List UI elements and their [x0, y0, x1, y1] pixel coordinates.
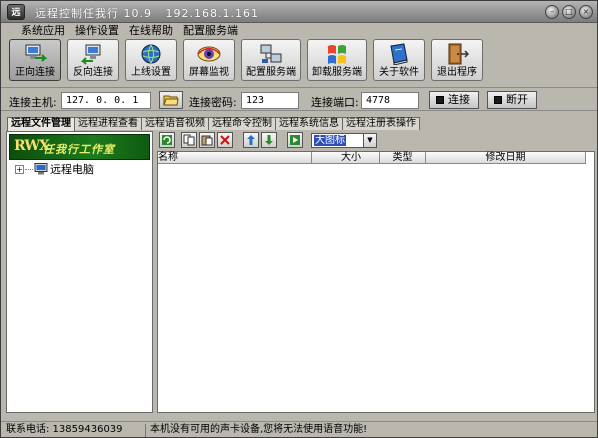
refresh-button[interactable]	[159, 132, 175, 148]
tree-expander[interactable]: +	[15, 164, 24, 174]
port-input[interactable]	[361, 92, 419, 109]
menu-settings[interactable]: 操作设置	[75, 23, 119, 39]
paste-icon	[201, 135, 213, 146]
view-mode-value: 大图标	[314, 135, 346, 146]
forward-connect-icon	[25, 44, 47, 62]
column-size[interactable]: 大小	[312, 152, 380, 164]
copy-icon	[183, 134, 195, 146]
banner-text: 任我行工作室	[43, 143, 115, 156]
status-bar: 联系电话: 13859436039 本机没有可用的声卡设备,您将无法使用语音功能…	[1, 421, 597, 437]
password-label: 连接密码:	[189, 96, 237, 109]
tree-node-remote-computer[interactable]: + 远程电脑	[15, 162, 94, 176]
refresh-icon	[162, 135, 172, 145]
close-button[interactable]: ×	[579, 5, 593, 19]
tree-node-label: 远程电脑	[50, 163, 94, 176]
uninstall-server-label: 卸载服务端	[312, 67, 362, 78]
screen-monitor-button[interactable]: 屏幕监视	[183, 39, 235, 81]
uninstall-server-button[interactable]: 卸载服务端	[307, 39, 367, 81]
reverse-connect-label: 反向连接	[73, 67, 113, 78]
computer-icon	[34, 163, 48, 175]
maximize-button[interactable]: □	[562, 5, 576, 19]
upload-icon	[247, 135, 255, 145]
window-title: 远程控制任我行 10.9 192.168.1.161	[35, 7, 259, 20]
view-mode-select[interactable]: 大图标 ▼	[311, 133, 377, 148]
tab-voice-video[interactable]: 远程语音视频	[141, 117, 209, 130]
paste-button[interactable]	[199, 132, 215, 148]
book-icon	[390, 43, 408, 65]
status-phone: 联系电话: 13859436039	[6, 424, 123, 435]
config-server-label: 配置服务端	[246, 67, 296, 78]
status-message: 本机没有可用的声卡设备,您将无法使用语音功能!	[150, 424, 368, 435]
copy-button[interactable]	[181, 132, 197, 148]
disconnect-button[interactable]: 断开	[487, 91, 537, 109]
function-tabs: 远程文件管理 远程进程查看 远程语音视频 远程命令控制 远程系统信息 远程注册表…	[7, 117, 420, 131]
folder-icon	[163, 95, 179, 106]
exit-label: 退出程序	[437, 67, 477, 78]
menu-help[interactable]: 在线帮助	[129, 23, 173, 39]
forward-connect-button[interactable]: 正向连接	[9, 39, 61, 81]
browse-host-button[interactable]	[159, 91, 183, 109]
tab-registry[interactable]: 远程注册表操作	[342, 117, 420, 130]
download-icon	[265, 135, 273, 145]
connection-bar: 连接主机: 连接密码: 连接端口: 连接 断开	[1, 87, 597, 111]
delete-button[interactable]	[217, 132, 233, 148]
main-toolbar: 正向连接 反向连接 上线设置 屏幕监视 配置服务端 卸载服务端 关于软件 退出程…	[9, 39, 593, 83]
file-list[interactable]: 名称 大小 类型 修改日期	[157, 151, 595, 413]
online-settings-button[interactable]: 上线设置	[125, 39, 177, 81]
reverse-connect-icon	[81, 44, 101, 65]
download-button[interactable]	[261, 132, 277, 148]
main-window: 远 远程控制任我行 10.9 192.168.1.161 – □ × 系统应用 …	[0, 0, 598, 438]
tab-system-info[interactable]: 远程系统信息	[275, 117, 343, 130]
screen-monitor-label: 屏幕监视	[189, 67, 229, 78]
connect-icon	[436, 96, 444, 104]
studio-banner: RWX 任我行工作室	[9, 134, 150, 160]
screen-monitor-icon	[197, 46, 221, 62]
uninstall-server-icon	[328, 45, 346, 64]
reverse-connect-button[interactable]: 反向连接	[67, 39, 119, 81]
column-modified[interactable]: 修改日期	[426, 152, 586, 164]
port-label: 连接端口:	[311, 96, 359, 109]
minimize-button[interactable]: –	[545, 5, 559, 19]
about-button[interactable]: 关于软件	[373, 39, 425, 81]
menu-bar: 系统应用 操作设置 在线帮助 配置服务端	[1, 23, 597, 39]
delete-icon	[220, 135, 230, 145]
config-server-icon	[260, 44, 282, 63]
tab-process-viewer[interactable]: 远程进程查看	[74, 117, 142, 130]
run-button[interactable]	[287, 132, 303, 148]
menu-config-server[interactable]: 配置服务端	[183, 23, 238, 39]
remote-tree-panel: RWX 任我行工作室 + 远程电脑	[6, 131, 153, 413]
forward-connect-label: 正向连接	[15, 67, 55, 78]
upload-button[interactable]	[243, 132, 259, 148]
column-type[interactable]: 类型	[380, 152, 426, 164]
title-bar[interactable]: 远 远程控制任我行 10.9 192.168.1.161 – □ ×	[1, 1, 597, 23]
host-label: 连接主机:	[9, 96, 57, 109]
menu-system[interactable]: 系统应用	[21, 23, 65, 39]
column-name[interactable]: 名称	[158, 152, 312, 164]
tab-command-control[interactable]: 远程命令控制	[208, 117, 276, 130]
dropdown-arrow-icon[interactable]: ▼	[363, 134, 376, 147]
status-divider	[145, 424, 146, 437]
run-icon	[290, 135, 300, 145]
online-settings-label: 上线设置	[131, 67, 171, 78]
host-input[interactable]	[61, 92, 151, 109]
file-list-header: 名称 大小 类型 修改日期	[158, 152, 586, 164]
tab-file-manager[interactable]: 远程文件管理	[7, 117, 75, 131]
online-settings-icon	[141, 44, 161, 64]
disconnect-icon	[494, 96, 502, 104]
connect-button[interactable]: 连接	[429, 91, 479, 109]
tree-connector	[25, 168, 33, 170]
exit-door-icon	[448, 43, 469, 65]
about-label: 关于软件	[379, 67, 419, 78]
app-icon: 远	[7, 4, 25, 20]
config-server-button[interactable]: 配置服务端	[241, 39, 301, 81]
password-input[interactable]	[241, 92, 299, 109]
exit-button[interactable]: 退出程序	[431, 39, 483, 81]
